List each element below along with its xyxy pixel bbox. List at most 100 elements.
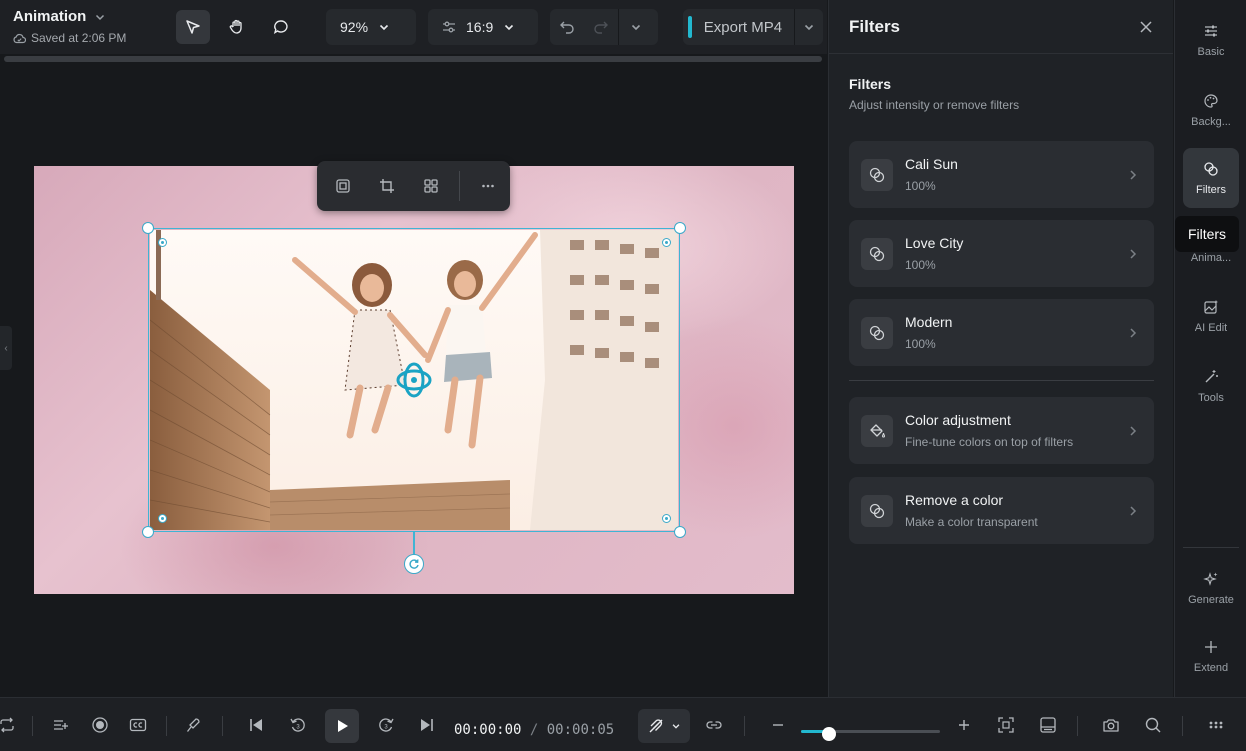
comment-tool-button[interactable] xyxy=(264,10,298,44)
zoom-value: 92% xyxy=(340,19,369,35)
playback-bar: 3 3 00:00:00 / 00:00:05 xyxy=(0,697,1246,751)
tracks-button[interactable] xyxy=(44,708,78,742)
list-add-icon xyxy=(54,720,68,730)
rail-item-tools[interactable]: Tools xyxy=(1183,356,1239,416)
magic-wand-icon xyxy=(1205,369,1218,382)
skip-back-icon xyxy=(250,719,262,731)
loop-icon xyxy=(0,717,14,733)
chevron-right-icon xyxy=(1130,425,1137,436)
captions-button[interactable] xyxy=(121,708,155,742)
chevron-right-icon xyxy=(1130,248,1137,259)
filter-icon xyxy=(861,237,893,270)
rail-item-label: AI Edit xyxy=(1194,321,1228,334)
fit-frame-icon xyxy=(336,179,350,193)
timecode: 00:00:00 / 00:00:05 xyxy=(454,722,614,738)
rail-item-background[interactable]: Backg... xyxy=(1183,80,1239,140)
rail-item-ai-edit[interactable]: AI Edit xyxy=(1183,286,1239,346)
filter-card-love-city[interactable]: Love City 100% xyxy=(849,220,1154,287)
fit-button[interactable] xyxy=(321,164,365,208)
collapse-left-handle[interactable]: ‹ xyxy=(0,326,12,370)
resize-handle-bottom-left[interactable] xyxy=(142,526,154,538)
rail-item-basic[interactable]: Basic xyxy=(1183,10,1239,70)
play-button[interactable] xyxy=(325,709,359,743)
more-apps-button[interactable] xyxy=(1199,708,1233,742)
zoom-dropdown[interactable]: 92% xyxy=(326,9,416,45)
svg-text:3: 3 xyxy=(296,725,300,731)
chevron-down-icon xyxy=(505,24,514,31)
filter-icon xyxy=(861,158,893,191)
chevron-down-icon xyxy=(94,11,106,23)
project-title[interactable]: Animation xyxy=(13,8,106,25)
filter-icon xyxy=(1204,161,1218,176)
resize-handle-bottom-right[interactable] xyxy=(674,526,686,538)
more-options-button[interactable] xyxy=(466,164,510,208)
rotate-handle[interactable] xyxy=(404,554,424,574)
panel-divider xyxy=(849,380,1154,381)
total-duration: 00:00:05 xyxy=(546,722,615,738)
rail-item-extend[interactable]: Extend xyxy=(1183,626,1239,686)
snapshot-button[interactable] xyxy=(1094,708,1128,742)
zoom-in-button[interactable] xyxy=(947,708,981,742)
remove-color-card[interactable]: Remove a color Make a color transparent xyxy=(849,477,1154,544)
arrange-button[interactable] xyxy=(409,164,453,208)
corner-radius-handle[interactable] xyxy=(158,514,167,523)
right-sidebar: Basic Backg... Filters Anima... AI Edit … xyxy=(1174,0,1246,697)
corner-radius-handle[interactable] xyxy=(662,514,671,523)
resize-handle-top-right[interactable] xyxy=(674,222,686,234)
select-tool-button[interactable] xyxy=(176,10,210,44)
captions-icon xyxy=(129,718,147,732)
rail-item-label: Filters xyxy=(1196,183,1226,196)
rail-item-filters[interactable]: Filters xyxy=(1183,148,1239,208)
current-time: 00:00:00 xyxy=(454,722,522,738)
skip-start-button[interactable] xyxy=(239,708,273,742)
corner-radius-handle[interactable] xyxy=(158,238,167,247)
resize-handle-top-left[interactable] xyxy=(142,222,154,234)
aspect-ratio-dropdown[interactable]: 16:9 xyxy=(428,9,538,45)
rail-item-generate[interactable]: Generate xyxy=(1183,558,1239,618)
filter-name: Modern xyxy=(905,314,953,330)
color-adjustment-card[interactable]: Color adjustment Fine-tune colors on top… xyxy=(849,397,1154,464)
filter-name: Cali Sun xyxy=(905,156,958,172)
search-button[interactable] xyxy=(1136,708,1170,742)
filter-intensity: 100% xyxy=(905,337,936,351)
export-button[interactable]: Export MP4 xyxy=(683,9,823,45)
snap-toggle[interactable] xyxy=(638,709,690,743)
filter-card-modern[interactable]: Modern 100% xyxy=(849,299,1154,366)
tool-group xyxy=(176,9,306,45)
corner-radius-handle[interactable] xyxy=(662,238,671,247)
sparkle-icon xyxy=(1203,571,1218,586)
forward-button[interactable]: 3 xyxy=(369,708,403,742)
hand-tool-button[interactable] xyxy=(220,10,254,44)
search-icon xyxy=(1145,717,1161,733)
card-title: Color adjustment xyxy=(905,412,1011,428)
history-more-button[interactable] xyxy=(619,10,653,44)
fit-timeline-button[interactable] xyxy=(989,708,1023,742)
filter-icon xyxy=(861,316,893,349)
undo-icon xyxy=(560,21,574,34)
skip-end-button[interactable] xyxy=(410,708,444,742)
loop-button[interactable] xyxy=(0,708,24,742)
zoom-slider-knob[interactable] xyxy=(821,727,836,741)
redo-button[interactable] xyxy=(584,10,618,44)
image-frame-icon xyxy=(1040,717,1056,733)
export-options-button[interactable] xyxy=(795,21,823,33)
filter-card-cali-sun[interactable]: Cali Sun 100% xyxy=(849,141,1154,208)
floating-element-toolbar xyxy=(317,161,510,211)
hand-icon xyxy=(229,19,242,34)
link-button[interactable] xyxy=(697,708,731,742)
storyboard-button[interactable] xyxy=(1031,708,1065,742)
close-panel-button[interactable] xyxy=(1139,20,1153,34)
move-anchor-icon[interactable] xyxy=(396,362,432,398)
rail-item-label: Anima... xyxy=(1190,251,1232,264)
record-button[interactable] xyxy=(83,708,117,742)
sliders-icon xyxy=(443,21,455,33)
link-icon xyxy=(706,721,722,729)
play-icon xyxy=(338,720,348,732)
rail-item-label: Tools xyxy=(1198,391,1224,404)
svg-text:3: 3 xyxy=(384,725,388,731)
rewind-button[interactable]: 3 xyxy=(281,708,315,742)
crop-button[interactable] xyxy=(365,164,409,208)
voice-button[interactable] xyxy=(177,708,211,742)
undo-button[interactable] xyxy=(550,10,584,44)
zoom-out-button[interactable] xyxy=(761,708,795,742)
